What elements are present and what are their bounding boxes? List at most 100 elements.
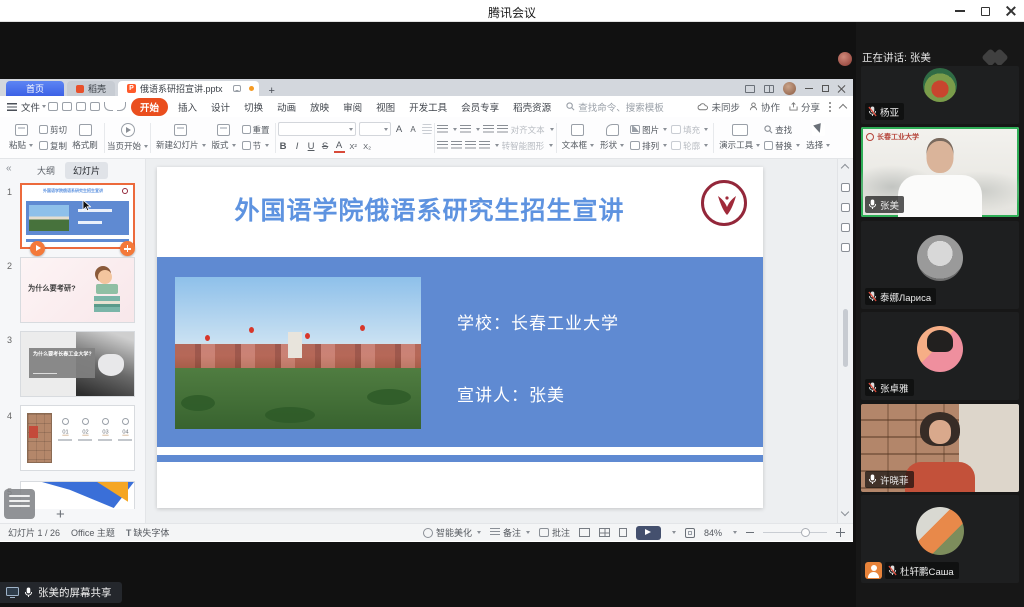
hamburger-icon[interactable]: [7, 103, 17, 111]
italic-button[interactable]: I: [292, 141, 303, 152]
tab-outline[interactable]: 大纲: [37, 164, 55, 177]
clear-format-icon[interactable]: [422, 124, 432, 134]
share-button[interactable]: 分享: [789, 100, 820, 114]
replace-button[interactable]: 替换: [764, 140, 800, 152]
find-button[interactable]: 查找: [764, 124, 800, 136]
participant-tile[interactable]: 泰娜Лариса: [861, 221, 1019, 309]
align-left-icon[interactable]: [437, 141, 448, 150]
align-text-button[interactable]: 对齐文本: [511, 124, 545, 136]
strikethrough-button[interactable]: S: [320, 141, 331, 152]
thumb-add-button[interactable]: [120, 241, 135, 256]
save-icon[interactable]: [48, 102, 58, 111]
add-slide-button[interactable]: +: [56, 506, 65, 523]
select-button[interactable]: 选择: [804, 124, 832, 151]
participant-tile[interactable]: 杨亚: [861, 66, 1019, 124]
slide-thumbnail-5[interactable]: [20, 481, 135, 509]
menu-slideshow[interactable]: 放映: [303, 100, 336, 114]
split-view-icon[interactable]: [764, 85, 774, 93]
zoom-in-button[interactable]: [836, 528, 845, 537]
menu-view[interactable]: 视图: [369, 100, 402, 114]
align-center-icon[interactable]: [451, 141, 462, 150]
textbox-button[interactable]: 文本框: [562, 124, 595, 151]
font-name-input[interactable]: [278, 122, 356, 136]
font-size-input[interactable]: [359, 122, 391, 136]
file-menu[interactable]: 文件: [21, 100, 40, 114]
slide-title[interactable]: 外国语学院俄语系研究生招生宣讲: [157, 191, 702, 227]
wps-restore-icon[interactable]: [822, 85, 829, 92]
tab-slides[interactable]: 幻灯片: [65, 162, 108, 179]
indent-decrease-icon[interactable]: [483, 125, 494, 134]
participant-tile[interactable]: 许晓菲: [861, 404, 1019, 492]
font-color-button[interactable]: A: [334, 140, 345, 153]
menu-transition[interactable]: 切换: [237, 100, 270, 114]
scroll-up-icon[interactable]: [841, 164, 849, 172]
thumb-play-button[interactable]: [30, 241, 45, 256]
participant-tile-speaking[interactable]: 长春工业大学 张美: [861, 127, 1019, 217]
comment-bubble-icon[interactable]: [233, 85, 241, 92]
menu-insert[interactable]: 插入: [171, 100, 204, 114]
missing-font-warning[interactable]: T 缺失字体: [126, 526, 170, 539]
picture-button[interactable]: 图片: [630, 124, 667, 136]
bold-button[interactable]: B: [278, 141, 289, 152]
line-spacing-icon[interactable]: [479, 141, 490, 150]
paste-button[interactable]: 粘贴: [7, 124, 35, 151]
slide-thumbnail-4[interactable]: 01 02 03 04: [20, 405, 135, 471]
notes-button[interactable]: 备注: [490, 526, 530, 539]
align-right-icon[interactable]: [465, 141, 476, 150]
menu-review[interactable]: 审阅: [336, 100, 369, 114]
participant-tile[interactable]: 张卓雅: [861, 312, 1019, 400]
close-icon[interactable]: [1006, 6, 1016, 16]
outline-button[interactable]: 轮廓: [671, 140, 708, 152]
slide-canvas[interactable]: 外国语学院俄语系研究生招生宣讲: [146, 159, 837, 523]
menu-docer-res[interactable]: 稻壳资源: [506, 100, 558, 114]
undo-icon[interactable]: [104, 102, 113, 111]
account-avatar[interactable]: [783, 82, 796, 95]
copy-button[interactable]: 复制: [39, 140, 67, 152]
slide-presenter-line[interactable]: 宣讲人：张美: [457, 381, 565, 406]
wps-minimize-icon[interactable]: [805, 88, 813, 90]
print-icon[interactable]: [76, 102, 86, 111]
format-painter-button[interactable]: 格式刷: [71, 124, 99, 151]
minimize-icon[interactable]: [955, 10, 965, 12]
section-button[interactable]: 节: [242, 140, 270, 152]
slide-thumbnail-3[interactable]: 为什么要考长春工业大学?: [20, 331, 135, 397]
shrink-font-button[interactable]: A: [408, 125, 419, 134]
menu-member[interactable]: 会员专享: [454, 100, 506, 114]
scroll-down-icon[interactable]: [841, 508, 849, 516]
bullets-icon[interactable]: [437, 125, 448, 134]
normal-view-icon[interactable]: [579, 528, 590, 537]
zoom-slider[interactable]: [763, 532, 827, 534]
tab-document[interactable]: P 俄语系研招宣讲.pptx: [118, 81, 259, 96]
new-tab-button[interactable]: +: [269, 86, 275, 96]
beautify-button[interactable]: 智能美化: [423, 526, 481, 539]
sorter-view-icon[interactable]: [599, 528, 610, 537]
menu-devtools[interactable]: 开发工具: [402, 100, 454, 114]
zoom-out-button[interactable]: [746, 532, 754, 534]
smart-graphic-button[interactable]: 转智能图形: [502, 140, 545, 152]
cut-button[interactable]: 剪切: [39, 124, 67, 136]
tab-home[interactable]: 首页: [6, 81, 64, 96]
helper-panel-icon[interactable]: [841, 243, 850, 252]
collaborate-button[interactable]: 协作: [749, 100, 780, 114]
props-panel-icon[interactable]: [841, 223, 850, 232]
fit-to-window-icon[interactable]: [685, 528, 695, 538]
fill-button[interactable]: 填充: [671, 124, 708, 136]
output-icon[interactable]: [62, 102, 72, 111]
collapse-ribbon-icon[interactable]: [839, 104, 847, 112]
edit-panel-icon[interactable]: [841, 183, 850, 192]
preview-icon[interactable]: [90, 102, 100, 111]
menu-animation[interactable]: 动画: [270, 100, 303, 114]
underline-button[interactable]: U: [306, 141, 317, 152]
zoom-knob[interactable]: [801, 528, 810, 537]
zoom-level[interactable]: 84%: [704, 528, 722, 538]
grow-font-button[interactable]: A: [394, 124, 405, 135]
slide-thumbnail-1[interactable]: 外国语学院俄语系研究生招生宣讲: [20, 183, 135, 249]
subscript-button[interactable]: X₂: [362, 142, 373, 151]
redo-icon[interactable]: [117, 102, 126, 111]
vertical-scrollbar[interactable]: [843, 309, 848, 367]
tab-docer[interactable]: 稻壳: [67, 81, 115, 96]
slide-school-line[interactable]: 学校：长春工业大学: [457, 309, 619, 334]
reading-view-icon[interactable]: [619, 528, 627, 537]
numbering-icon[interactable]: [460, 125, 471, 134]
menu-design[interactable]: 设计: [204, 100, 237, 114]
